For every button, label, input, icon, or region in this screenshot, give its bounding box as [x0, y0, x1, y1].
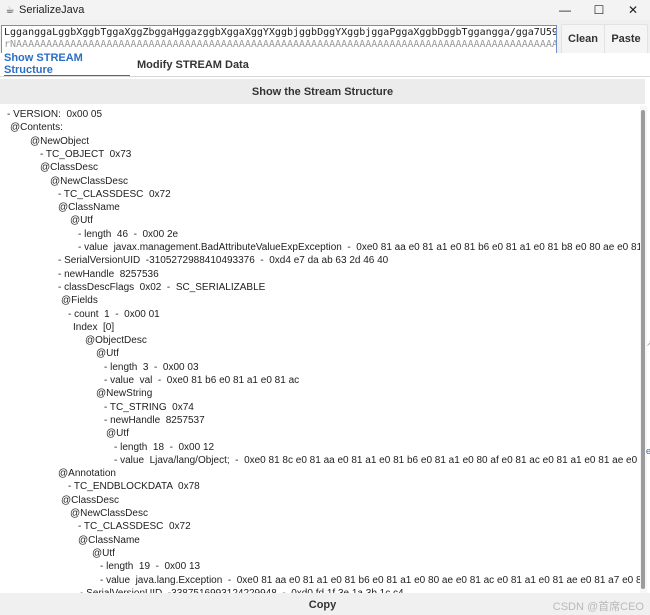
tree-node[interactable]: @NewObject — [30, 135, 89, 148]
tree-node[interactable]: - newHandle 8257536 — [58, 268, 159, 281]
tree-node[interactable]: - length 46 - 0x00 2e — [78, 228, 178, 241]
tree-node[interactable]: @Utf — [96, 347, 119, 360]
tree-node[interactable]: - TC_STRING 0x74 — [104, 401, 194, 414]
tree-node[interactable]: @Utf — [92, 547, 115, 560]
tree-node[interactable]: - classDescFlags 0x02 - SC_SERIALIZABLE — [58, 281, 265, 294]
tree-node[interactable]: - count 1 - 0x00 01 — [68, 308, 160, 321]
tree-node[interactable]: @Annotation — [58, 467, 116, 480]
tree-node[interactable]: - length 3 - 0x00 03 — [104, 361, 199, 374]
toolbar: LgganggaLggbXggbTggaXggZbggaHggazggbXgga… — [0, 20, 650, 63]
tree-node[interactable]: @NewClassDesc — [70, 507, 148, 520]
vertical-scrollbar[interactable] — [640, 106, 647, 593]
tree-node[interactable]: - value javax.management.BadAttributeVal… — [78, 241, 640, 254]
window-title: SerializeJava — [19, 4, 85, 16]
close-button[interactable]: ✕ — [616, 0, 650, 20]
tree-node[interactable]: @NewString — [96, 387, 152, 400]
tree-node[interactable]: - VERSION: 0x00 05 — [7, 108, 102, 121]
tree-node[interactable]: - length 18 - 0x00 12 — [114, 441, 214, 454]
edge-mark: ↗ — [646, 338, 650, 348]
tree-node[interactable]: @NewClassDesc — [50, 175, 128, 188]
tree-node[interactable]: @Fields — [61, 294, 98, 307]
tree-node[interactable]: @ClassDesc — [40, 161, 98, 174]
tree-node[interactable]: - SerialVersionUID -3105272988410493376 … — [58, 254, 388, 267]
clean-button[interactable]: Clean — [561, 24, 605, 54]
tree-node[interactable]: - TC_CLASSDESC 0x72 — [58, 188, 171, 201]
paste-button[interactable]: Paste — [604, 24, 648, 54]
tab-show-stream-structure[interactable]: Show STREAM Structure — [4, 52, 130, 77]
tree-node[interactable]: - TC_CLASSDESC 0x72 — [78, 520, 191, 533]
tab-bar: Show STREAM Structure Modify STREAM Data — [0, 52, 650, 77]
tree-node[interactable]: @ClassDesc — [61, 494, 119, 507]
scrollbar-thumb[interactable] — [641, 110, 645, 589]
payload-line-2: rNAAAAAAAAAAAAAAAAAAAAAAAAAAAAAAAAAAAAAA… — [4, 39, 557, 50]
tree-node[interactable]: Index [0] — [73, 321, 114, 334]
maximize-button[interactable]: ☐ — [582, 0, 616, 20]
tree-node[interactable]: - value val - 0xe0 81 b6 e0 81 a1 e0 81 … — [104, 374, 299, 387]
panel-header: Show the Stream Structure — [0, 79, 645, 104]
title-bar: ☕ SerializeJava — ☐ ✕ — [0, 0, 650, 20]
edge-link-mark: e — [646, 446, 650, 456]
tab-modify-stream-data[interactable]: Modify STREAM Data — [137, 53, 249, 77]
tab-divider — [0, 76, 650, 77]
stream-structure-tree[interactable]: - VERSION: 0x00 05 @Contents: @NewObject - … — [0, 106, 640, 593]
tree-node[interactable]: - value java.lang.Exception - 0xe0 81 aa… — [100, 574, 640, 587]
tree-node[interactable]: - value Ljava/lang/Object; - 0xe0 81 8c … — [114, 454, 640, 467]
tree-node[interactable]: @Utf — [70, 214, 93, 227]
tree-node[interactable]: - newHandle 8257537 — [104, 414, 205, 427]
tree-node[interactable]: @ObjectDesc — [85, 334, 147, 347]
payload-line-1: LgganggaLggbXggbTggaXggZbggaHggazggbXgga… — [4, 27, 557, 38]
tree-node[interactable]: @Contents: — [10, 121, 63, 134]
tree-node[interactable]: @ClassName — [58, 201, 120, 214]
tree-node[interactable]: @Utf — [106, 427, 129, 440]
tree-node[interactable]: @ClassName — [78, 534, 140, 547]
watermark: CSDN @首席CEO — [552, 601, 644, 613]
copy-button[interactable]: Copy — [0, 595, 645, 615]
minimize-button[interactable]: — — [548, 0, 582, 20]
tree-node[interactable]: - TC_OBJECT 0x73 — [40, 148, 131, 161]
window-controls: — ☐ ✕ — [548, 0, 650, 20]
tree-node[interactable]: - length 19 - 0x00 13 — [100, 560, 200, 573]
coffee-cup-icon: ☕ — [5, 4, 15, 16]
tree-node[interactable]: - TC_ENDBLOCKDATA 0x78 — [68, 480, 200, 493]
